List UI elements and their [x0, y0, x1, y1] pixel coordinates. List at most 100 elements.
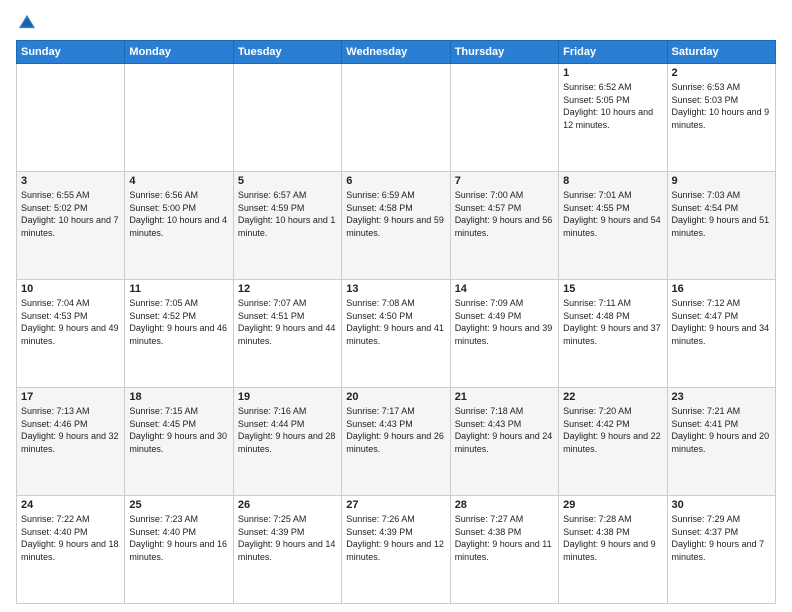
day-info: Sunrise: 7:01 AM Sunset: 4:55 PM Dayligh…	[563, 189, 662, 239]
day-number: 6	[346, 175, 445, 187]
calendar-cell: 18 Sunrise: 7:15 AM Sunset: 4:45 PM Dayli…	[125, 388, 233, 496]
day-number: 11	[129, 283, 228, 295]
calendar-cell: 2 Sunrise: 6:53 AM Sunset: 5:03 PM Daylig…	[667, 64, 775, 172]
calendar-cell: 11 Sunrise: 7:05 AM Sunset: 4:52 PM Dayli…	[125, 280, 233, 388]
day-number: 4	[129, 175, 228, 187]
day-number: 14	[455, 283, 554, 295]
calendar-cell: 30 Sunrise: 7:29 AM Sunset: 4:37 PM Dayli…	[667, 496, 775, 604]
page: SundayMondayTuesdayWednesdayThursdayFrid…	[0, 0, 792, 612]
day-number: 28	[455, 499, 554, 511]
calendar-cell: 8 Sunrise: 7:01 AM Sunset: 4:55 PM Daylig…	[559, 172, 667, 280]
day-info: Sunrise: 7:11 AM Sunset: 4:48 PM Dayligh…	[563, 297, 662, 347]
day-info: Sunrise: 7:29 AM Sunset: 4:37 PM Dayligh…	[672, 513, 771, 563]
calendar-cell: 22Sunrise: 7:20 AM Sunset: 4:42 PM Dayli…	[559, 388, 667, 496]
weekday-header-wednesday: Wednesday	[342, 41, 450, 64]
weekday-header-thursday: Thursday	[450, 41, 558, 64]
day-number: 16	[672, 283, 771, 295]
day-info: Sunrise: 7:22 AM Sunset: 4:40 PM Dayligh…	[21, 513, 120, 563]
calendar-cell: 4 Sunrise: 6:56 AM Sunset: 5:00 PM Daylig…	[125, 172, 233, 280]
calendar-cell: 21 Sunrise: 7:18 AM Sunset: 4:43 PM Dayli…	[450, 388, 558, 496]
day-info: Sunrise: 7:04 AM Sunset: 4:53 PM Dayligh…	[21, 297, 120, 347]
day-info: Sunrise: 6:57 AM Sunset: 4:59 PM Dayligh…	[238, 189, 337, 239]
weekday-header-monday: Monday	[125, 41, 233, 64]
day-number: 19	[238, 391, 337, 403]
calendar-cell: 14 Sunrise: 7:09 AM Sunset: 4:49 PM Dayli…	[450, 280, 558, 388]
calendar-cell: 25 Sunrise: 7:23 AM Sunset: 4:40 PM Dayli…	[125, 496, 233, 604]
day-info: Sunrise: 7:23 AM Sunset: 4:40 PM Dayligh…	[129, 513, 228, 563]
day-info: Sunrise: 7:09 AM Sunset: 4:49 PM Dayligh…	[455, 297, 554, 347]
day-number: 26	[238, 499, 337, 511]
weekday-header-tuesday: Tuesday	[233, 41, 341, 64]
week-row-5: 24 Sunrise: 7:22 AM Sunset: 4:40 PM Dayli…	[17, 496, 776, 604]
calendar-cell	[125, 64, 233, 172]
day-info: Sunrise: 7:28 AM Sunset: 4:38 PM Dayligh…	[563, 513, 662, 563]
day-number: 27	[346, 499, 445, 511]
logo-icon	[16, 12, 38, 34]
day-number: 20	[346, 391, 445, 403]
calendar-cell: 17 Sunrise: 7:13 AM Sunset: 4:46 PM Dayli…	[17, 388, 125, 496]
header	[16, 12, 776, 34]
day-number: 9	[672, 175, 771, 187]
weekday-header-row: SundayMondayTuesdayWednesdayThursdayFrid…	[17, 41, 776, 64]
calendar-cell: 3 Sunrise: 6:55 AM Sunset: 5:02 PM Daylig…	[17, 172, 125, 280]
day-info: Sunrise: 7:00 AM Sunset: 4:57 PM Dayligh…	[455, 189, 554, 239]
calendar-cell: 5Sunrise: 6:57 AM Sunset: 4:59 PM Daylig…	[233, 172, 341, 280]
day-number: 22	[563, 391, 662, 403]
day-info: Sunrise: 7:17 AM Sunset: 4:43 PM Dayligh…	[346, 405, 445, 455]
calendar-cell: 27 Sunrise: 7:26 AM Sunset: 4:39 PM Dayli…	[342, 496, 450, 604]
week-row-3: 10Sunrise: 7:04 AM Sunset: 4:53 PM Dayli…	[17, 280, 776, 388]
weekday-header-saturday: Saturday	[667, 41, 775, 64]
calendar-cell: 16Sunrise: 7:12 AM Sunset: 4:47 PM Dayli…	[667, 280, 775, 388]
day-number: 13	[346, 283, 445, 295]
day-number: 24	[21, 499, 120, 511]
calendar-cell: 7 Sunrise: 7:00 AM Sunset: 4:57 PM Daylig…	[450, 172, 558, 280]
day-info: Sunrise: 7:07 AM Sunset: 4:51 PM Dayligh…	[238, 297, 337, 347]
day-number: 25	[129, 499, 228, 511]
day-number: 7	[455, 175, 554, 187]
day-info: Sunrise: 6:59 AM Sunset: 4:58 PM Dayligh…	[346, 189, 445, 239]
day-info: Sunrise: 6:56 AM Sunset: 5:00 PM Dayligh…	[129, 189, 228, 239]
day-number: 18	[129, 391, 228, 403]
calendar-cell: 20 Sunrise: 7:17 AM Sunset: 4:43 PM Dayli…	[342, 388, 450, 496]
calendar-cell: 19 Sunrise: 7:16 AM Sunset: 4:44 PM Dayli…	[233, 388, 341, 496]
logo	[16, 12, 40, 34]
day-number: 30	[672, 499, 771, 511]
calendar-cell: 23Sunrise: 7:21 AM Sunset: 4:41 PM Dayli…	[667, 388, 775, 496]
week-row-2: 3 Sunrise: 6:55 AM Sunset: 5:02 PM Daylig…	[17, 172, 776, 280]
day-info: Sunrise: 6:53 AM Sunset: 5:03 PM Dayligh…	[672, 81, 771, 131]
day-number: 17	[21, 391, 120, 403]
calendar-cell: 29Sunrise: 7:28 AM Sunset: 4:38 PM Dayli…	[559, 496, 667, 604]
day-info: Sunrise: 7:16 AM Sunset: 4:44 PM Dayligh…	[238, 405, 337, 455]
day-info: Sunrise: 6:55 AM Sunset: 5:02 PM Dayligh…	[21, 189, 120, 239]
calendar-cell	[233, 64, 341, 172]
day-info: Sunrise: 7:26 AM Sunset: 4:39 PM Dayligh…	[346, 513, 445, 563]
calendar-cell	[17, 64, 125, 172]
calendar-cell: 6 Sunrise: 6:59 AM Sunset: 4:58 PM Daylig…	[342, 172, 450, 280]
day-info: Sunrise: 7:03 AM Sunset: 4:54 PM Dayligh…	[672, 189, 771, 239]
day-number: 1	[563, 67, 662, 79]
calendar-cell: 15 Sunrise: 7:11 AM Sunset: 4:48 PM Dayli…	[559, 280, 667, 388]
day-number: 15	[563, 283, 662, 295]
calendar-cell	[342, 64, 450, 172]
day-info: Sunrise: 7:08 AM Sunset: 4:50 PM Dayligh…	[346, 297, 445, 347]
calendar-cell: 13 Sunrise: 7:08 AM Sunset: 4:50 PM Dayli…	[342, 280, 450, 388]
day-number: 21	[455, 391, 554, 403]
calendar-cell	[450, 64, 558, 172]
day-number: 3	[21, 175, 120, 187]
day-info: Sunrise: 7:05 AM Sunset: 4:52 PM Dayligh…	[129, 297, 228, 347]
week-row-4: 17 Sunrise: 7:13 AM Sunset: 4:46 PM Dayli…	[17, 388, 776, 496]
day-info: Sunrise: 7:13 AM Sunset: 4:46 PM Dayligh…	[21, 405, 120, 455]
day-info: Sunrise: 7:27 AM Sunset: 4:38 PM Dayligh…	[455, 513, 554, 563]
weekday-header-sunday: Sunday	[17, 41, 125, 64]
calendar-cell: 9 Sunrise: 7:03 AM Sunset: 4:54 PM Daylig…	[667, 172, 775, 280]
day-info: Sunrise: 7:18 AM Sunset: 4:43 PM Dayligh…	[455, 405, 554, 455]
calendar-cell: 10Sunrise: 7:04 AM Sunset: 4:53 PM Dayli…	[17, 280, 125, 388]
day-info: Sunrise: 7:25 AM Sunset: 4:39 PM Dayligh…	[238, 513, 337, 563]
calendar-cell: 12Sunrise: 7:07 AM Sunset: 4:51 PM Dayli…	[233, 280, 341, 388]
calendar-cell: 24 Sunrise: 7:22 AM Sunset: 4:40 PM Dayli…	[17, 496, 125, 604]
calendar-table: SundayMondayTuesdayWednesdayThursdayFrid…	[16, 40, 776, 604]
day-number: 2	[672, 67, 771, 79]
day-number: 8	[563, 175, 662, 187]
day-info: Sunrise: 7:15 AM Sunset: 4:45 PM Dayligh…	[129, 405, 228, 455]
weekday-header-friday: Friday	[559, 41, 667, 64]
